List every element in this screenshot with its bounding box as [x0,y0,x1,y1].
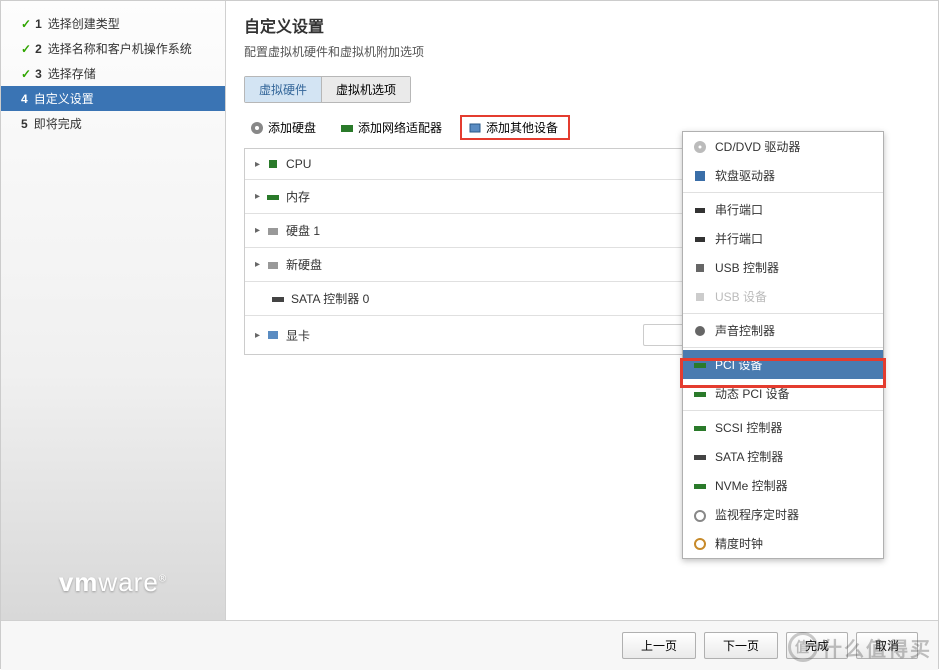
menu-cd-dvd[interactable]: CD/DVD 驱动器 [683,132,883,161]
add-disk-button[interactable]: 添加硬盘 [244,117,322,138]
expand-icon: ▸ [255,191,260,202]
wizard-sidebar: 1选择创建类型 2选择名称和客户机操作系统 3选择存储 4自定义设置 5即将完成… [1,1,226,620]
menu-nvme-controller[interactable]: NVMe 控制器 [683,471,883,500]
tab-virtual-hardware[interactable]: 虚拟硬件 [245,77,322,102]
menu-separator [683,410,883,411]
menu-sata-controller[interactable]: SATA 控制器 [683,442,883,471]
wizard-steps: 1选择创建类型 2选择名称和客户机操作系统 3选择存储 4自定义设置 5即将完成 [1,11,225,136]
menu-precision-clock[interactable]: 精度时钟 [683,529,883,558]
add-other-device-button[interactable]: 添加其他设备 [460,115,570,140]
sata-icon [271,292,285,306]
disk-icon [250,121,264,135]
expand-icon: ▸ [255,159,260,170]
menu-sound-controller[interactable]: 声音控制器 [683,316,883,345]
expand-icon: ▸ [255,330,260,341]
menu-dynamic-pci[interactable]: 动态 PCI 设备 [683,379,883,408]
device-icon [468,121,482,135]
step-5[interactable]: 5即将完成 [1,111,225,136]
tab-vm-options[interactable]: 虚拟机选项 [322,77,410,102]
sata-icon [693,450,707,464]
cd-icon [693,140,707,154]
menu-watchdog-timer[interactable]: 监视程序定时器 [683,500,883,529]
usb-icon [693,261,707,275]
menu-serial-port[interactable]: 串行端口 [683,195,883,224]
cpu-icon [266,157,280,171]
nic-icon [340,121,354,135]
nvme-icon [693,479,707,493]
vmware-logo: vmware® [1,567,225,598]
next-button[interactable]: 下一页 [704,632,778,659]
menu-usb-device: USB 设备 [683,282,883,311]
parallel-icon [693,232,707,246]
page-subtitle: 配置虚拟机硬件和虚拟机附加选项 [244,43,920,60]
floppy-icon [693,169,707,183]
menu-parallel-port[interactable]: 并行端口 [683,224,883,253]
menu-separator [683,192,883,193]
page-title: 自定义设置 [244,13,920,37]
main-panel: 自定义设置 配置虚拟机硬件和虚拟机附加选项 虚拟硬件 虚拟机选项 添加硬盘 添加… [226,1,938,620]
memory-icon [266,190,280,204]
menu-pci-device[interactable]: PCI 设备 [683,350,883,379]
usb-icon [693,290,707,304]
scsi-icon [693,421,707,435]
step-1[interactable]: 1选择创建类型 [1,11,225,36]
step-2[interactable]: 2选择名称和客户机操作系统 [1,36,225,61]
menu-separator [683,347,883,348]
clock-icon [693,537,707,551]
menu-scsi-controller[interactable]: SCSI 控制器 [683,413,883,442]
serial-icon [693,203,707,217]
timer-icon [693,508,707,522]
vga-icon [266,328,280,342]
step-3[interactable]: 3选择存储 [1,61,225,86]
hdd-icon [266,258,280,272]
sound-icon [693,324,707,338]
prev-button[interactable]: 上一页 [622,632,696,659]
expand-icon: ▸ [255,225,260,236]
step-4[interactable]: 4自定义设置 [1,86,225,111]
pci-icon [693,387,707,401]
menu-usb-controller[interactable]: USB 控制器 [683,253,883,282]
hdd-icon [266,224,280,238]
menu-separator [683,313,883,314]
add-nic-button[interactable]: 添加网络适配器 [334,117,448,138]
watermark-icon: 值 [788,632,818,662]
expand-icon: ▸ [255,259,260,270]
add-device-menu: CD/DVD 驱动器 软盘驱动器 串行端口 并行端口 USB 控制器 USB 设… [682,131,884,559]
pci-icon [693,358,707,372]
tab-bar: 虚拟硬件 虚拟机选项 [244,76,411,103]
watermark: 值 什么值得买 [788,632,932,662]
menu-floppy[interactable]: 软盘驱动器 [683,161,883,190]
